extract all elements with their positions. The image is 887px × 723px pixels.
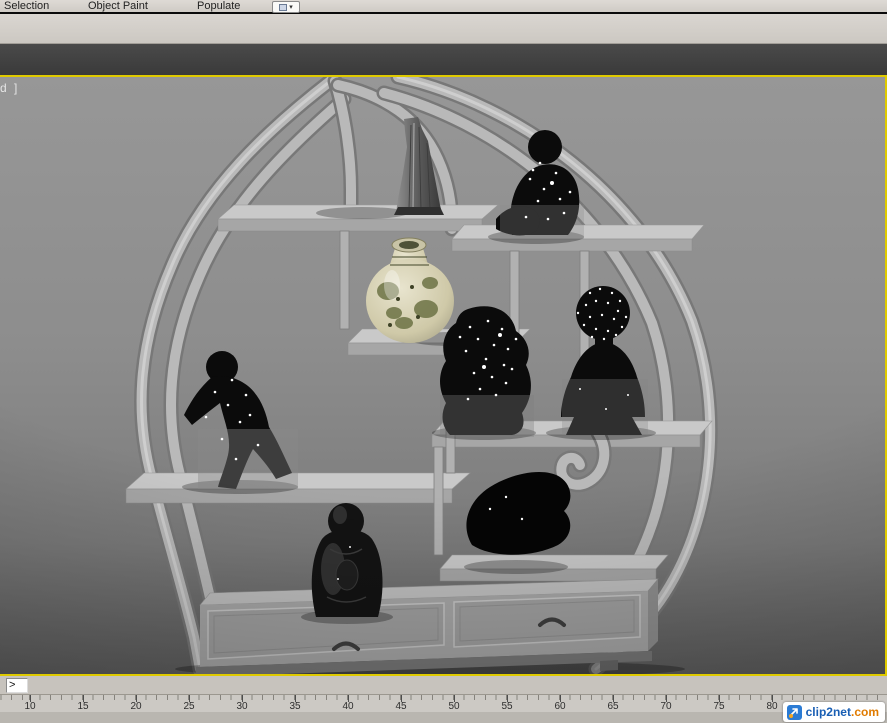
- timeline-tick-label: 45: [395, 701, 407, 712]
- timeline-tick-label: 80: [766, 701, 778, 712]
- viewport[interactable]: d ]: [0, 75, 887, 676]
- vase[interactable]: [366, 237, 454, 343]
- timeline-tick-label: 50: [448, 701, 460, 712]
- viewport-label[interactable]: d ]: [0, 81, 19, 95]
- 3dsmax-window: Selection Object Paint Populate ▾ d] > …: [0, 0, 887, 723]
- watermark-text: clip2net.com: [806, 703, 879, 721]
- figurine-bust[interactable]: [561, 286, 648, 435]
- timeline-tick-label: 25: [183, 701, 195, 712]
- timeline-tick-label: 20: [130, 701, 142, 712]
- status-bar: [0, 712, 887, 723]
- scene-3d: [125, 77, 718, 674]
- timeline-tick-label: 15: [77, 701, 89, 712]
- figurine-foo-dog[interactable]: [440, 306, 534, 437]
- timeline-tick-label: 40: [342, 701, 354, 712]
- ribbon-panel-collapsed: [0, 14, 887, 44]
- maxscript-mini-listener: >: [0, 676, 887, 694]
- figurine-boy-standing[interactable]: [184, 351, 298, 489]
- ribbon-tab-bar: Selection Object Paint Populate ▾: [0, 0, 887, 14]
- timeline-minor-ticks: [0, 695, 887, 700]
- timeline-tick-label: 70: [660, 701, 672, 712]
- tab-selection[interactable]: Selection: [4, 0, 49, 12]
- figurine-buddha[interactable]: [311, 503, 383, 617]
- tab-populate[interactable]: Populate: [197, 0, 240, 12]
- toolbar-empty-area: [0, 44, 887, 75]
- timeline-ruler[interactable]: 10 15 20 25 30 35 40 45 50 55 60 65 70 75 80: [0, 694, 887, 712]
- timeline-tick-label: 55: [501, 701, 513, 712]
- ribbon-state-icon: [279, 3, 288, 11]
- chevron-down-icon: ▾: [289, 4, 293, 11]
- timeline-tick-label: 60: [554, 701, 566, 712]
- figurine-animal-blob[interactable]: [466, 472, 571, 555]
- clip2net-icon: [786, 704, 802, 720]
- cabinet-base[interactable]: [175, 578, 685, 674]
- timeline-tick-label: 75: [713, 701, 725, 712]
- timeline-tick-label: 30: [236, 701, 248, 712]
- maxscript-listener-input[interactable]: >: [6, 677, 28, 693]
- timeline-tick-label: 35: [289, 701, 301, 712]
- watermark-domain: .com: [850, 705, 879, 719]
- watermark-brand: clip2net: [805, 705, 851, 719]
- timeline-tick-label: 65: [607, 701, 619, 712]
- ribbon-overflow-button[interactable]: ▾: [272, 1, 300, 13]
- timeline-tick-label: 10: [24, 701, 36, 712]
- tab-object-paint[interactable]: Object Paint: [88, 0, 148, 12]
- clip2net-watermark[interactable]: clip2net.com: [782, 702, 885, 722]
